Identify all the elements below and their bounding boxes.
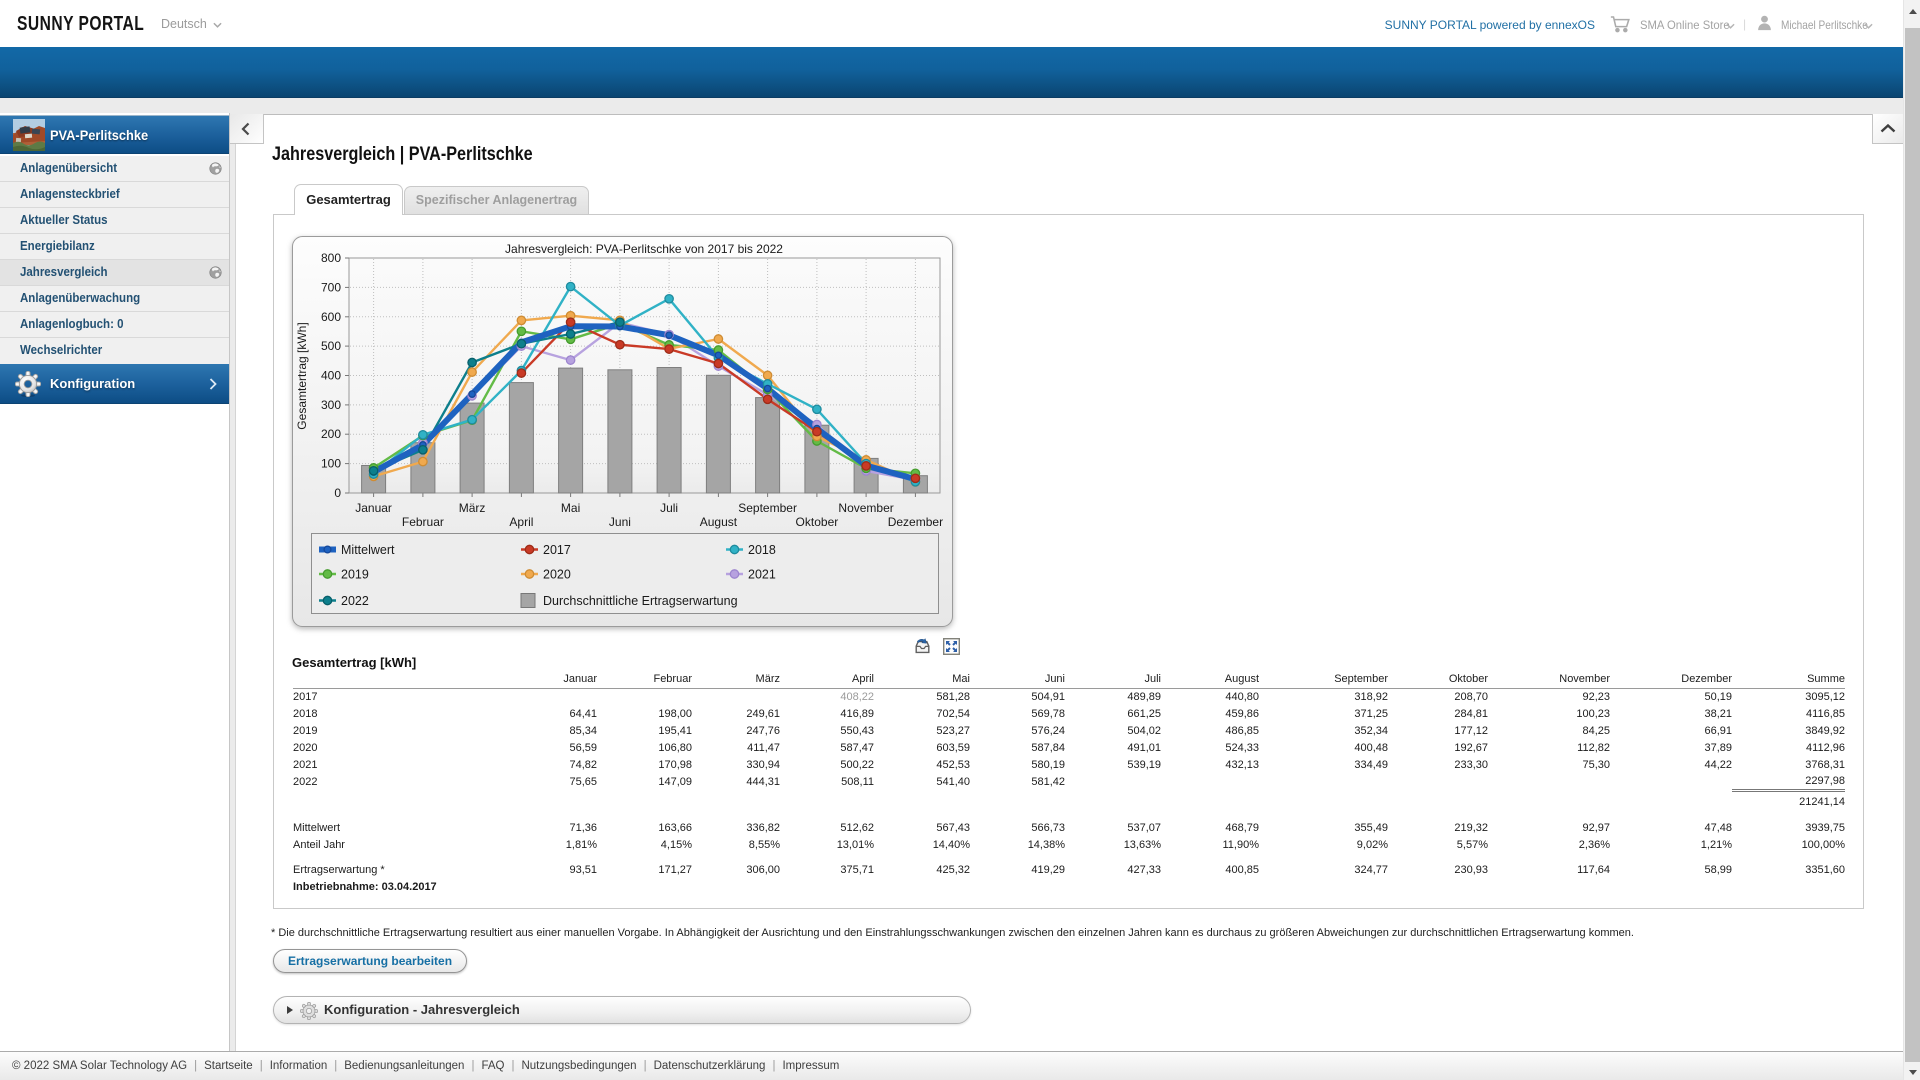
svg-text:Juni: Juni: [609, 515, 631, 529]
svg-text:200: 200: [321, 427, 341, 441]
svg-text:September: September: [738, 501, 797, 515]
svg-text:März: März: [459, 501, 486, 515]
svg-text:300: 300: [321, 398, 341, 412]
svg-text:2019: 2019: [341, 568, 369, 582]
svg-text:600: 600: [321, 310, 341, 324]
svg-text:Jahresvergleich: PVA-Perlitsch: Jahresvergleich: PVA-Perlitschke von 201…: [505, 242, 783, 256]
svg-text:100: 100: [321, 457, 341, 471]
svg-text:Februar: Februar: [402, 515, 444, 529]
svg-text:Mai: Mai: [561, 501, 580, 515]
svg-text:April: April: [509, 515, 533, 529]
svg-text:2018: 2018: [748, 543, 776, 557]
svg-text:Gesamtertrag [kWh]: Gesamtertrag [kWh]: [295, 322, 309, 429]
svg-text:Oktober: Oktober: [796, 515, 839, 529]
svg-text:August: August: [700, 515, 738, 529]
svg-text:Dezember: Dezember: [888, 515, 943, 529]
svg-text:Mittelwert: Mittelwert: [341, 543, 395, 557]
svg-text:0: 0: [334, 486, 341, 500]
svg-text:400: 400: [321, 369, 341, 383]
svg-text:Juli: Juli: [660, 501, 678, 515]
svg-text:800: 800: [321, 251, 341, 265]
svg-text:700: 700: [321, 280, 341, 294]
svg-text:2021: 2021: [748, 568, 776, 582]
svg-text:2020: 2020: [543, 568, 571, 582]
svg-text:November: November: [838, 501, 893, 515]
svg-text:Durchschnittliche Ertragserwar: Durchschnittliche Ertragserwartung: [543, 594, 738, 608]
svg-text:500: 500: [321, 339, 341, 353]
svg-text:Januar: Januar: [355, 501, 392, 515]
svg-text:2017: 2017: [543, 543, 571, 557]
svg-text:2022: 2022: [341, 594, 369, 608]
